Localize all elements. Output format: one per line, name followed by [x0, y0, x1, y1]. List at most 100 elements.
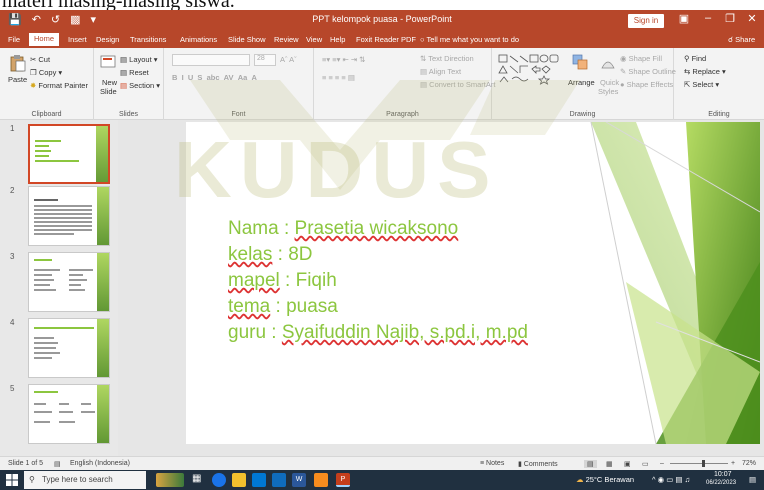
- slide-line-nama[interactable]: Nama : Prasetia wicaksono: [228, 218, 458, 240]
- align-text-icon: ▤: [420, 67, 429, 76]
- arrange-icon[interactable]: [572, 54, 588, 72]
- sign-in-button[interactable]: Sign in: [628, 14, 664, 28]
- zoom-in-button[interactable]: +: [731, 460, 735, 467]
- font-format-buttons[interactable]: B I U S abc AV Aa A: [172, 73, 257, 82]
- zoom-slider[interactable]: [670, 463, 728, 464]
- normal-view-button[interactable]: ▤: [584, 460, 597, 468]
- slide-line-kelas[interactable]: kelas : 8D: [228, 244, 312, 266]
- new-slide-icon[interactable]: [100, 54, 116, 72]
- zoom-out-button[interactable]: –: [660, 460, 664, 467]
- select-button[interactable]: ⇱ Select ▾: [684, 80, 719, 89]
- layout-button[interactable]: ▤ Layout ▾: [120, 55, 158, 64]
- grow-shrink-font-buttons[interactable]: Aˆ Aˇ: [280, 55, 297, 64]
- tab-review[interactable]: Review: [274, 35, 299, 44]
- slide-thumbnail-2[interactable]: [28, 186, 110, 246]
- arrange-button[interactable]: Arrange: [568, 78, 595, 87]
- tab-animations[interactable]: Animations: [180, 35, 217, 44]
- slide-thumbnail-1[interactable]: [28, 124, 110, 184]
- reset-button[interactable]: ▤ Reset: [120, 68, 149, 77]
- ribbon-display-options-icon[interactable]: ▣: [676, 12, 692, 25]
- tab-design[interactable]: Design: [96, 35, 119, 44]
- new-slide-button-line2[interactable]: Slide: [100, 87, 117, 96]
- title-bar: 💾 ↶ ↺ ▩ ▾ PPT kelompok puasa - PowerPoin…: [0, 10, 764, 32]
- slideshow-button[interactable]: ▭: [642, 460, 649, 468]
- paste-button[interactable]: Paste: [8, 75, 27, 84]
- slide-sorter-button[interactable]: ▦: [606, 460, 613, 468]
- quick-styles-icon[interactable]: [600, 54, 616, 72]
- share-button[interactable]: ☌ Share: [728, 35, 755, 44]
- system-tray-icons[interactable]: ^ ◉ ▭ ▤ ♫: [652, 475, 690, 484]
- slide-thumbnail-4[interactable]: [28, 318, 110, 378]
- reading-view-button[interactable]: ▣: [624, 460, 631, 468]
- notes-button[interactable]: ≡ Notes: [480, 460, 504, 467]
- slide-thumbnail-3[interactable]: [28, 252, 110, 312]
- find-button[interactable]: ⚲ Find: [684, 54, 706, 63]
- thumbnail-text-line: [34, 347, 56, 349]
- comments-button[interactable]: ▮ Comments: [518, 460, 558, 468]
- language-indicator[interactable]: English (Indonesia): [70, 460, 130, 467]
- tab-home[interactable]: Home: [29, 33, 60, 46]
- mail-icon[interactable]: [272, 473, 286, 487]
- new-slide-button[interactable]: New: [102, 78, 117, 87]
- thumbnail-text-line: [34, 352, 60, 354]
- replace-button[interactable]: ⇆ Replace ▾: [684, 67, 726, 76]
- shape-effects-button[interactable]: ● Shape Effects: [620, 80, 673, 89]
- powerpoint-icon[interactable]: P: [336, 473, 350, 487]
- alignment-buttons[interactable]: ≡ ≡ ≡ ≡ ▤: [322, 73, 355, 82]
- store-icon[interactable]: [252, 473, 266, 487]
- file-explorer-icon[interactable]: [232, 473, 246, 487]
- weather-widget-icon[interactable]: [156, 473, 184, 487]
- format-painter-button[interactable]: ✸ Format Painter: [30, 81, 88, 90]
- paste-icon[interactable]: [10, 54, 26, 72]
- close-button[interactable]: ✕: [744, 12, 760, 25]
- tab-slide-show[interactable]: Slide Show: [228, 35, 266, 44]
- text-direction-button[interactable]: ⇅ Text Direction: [420, 54, 474, 63]
- copy-button[interactable]: ❐ Copy ▾: [30, 68, 62, 77]
- cut-button[interactable]: ✂ Cut: [30, 55, 50, 64]
- zoom-slider-thumb[interactable]: [702, 460, 705, 467]
- maximize-button[interactable]: ❐: [722, 12, 738, 25]
- weather-status[interactable]: ☁ 25°C Berawan: [576, 475, 634, 484]
- tab-insert[interactable]: Insert: [68, 35, 87, 44]
- clock-time[interactable]: 10:07: [714, 471, 732, 478]
- slide-line-tema[interactable]: tema : puasa: [228, 296, 338, 318]
- slide-thumbnail-5[interactable]: [28, 384, 110, 444]
- smartart-icon: ▤: [420, 80, 430, 89]
- thumbnail-text-line: [34, 217, 92, 219]
- tell-me-search[interactable]: ○ Tell me what you want to do: [420, 35, 519, 44]
- zoom-level[interactable]: 72%: [742, 460, 756, 467]
- tab-file[interactable]: File: [8, 35, 20, 44]
- tab-help[interactable]: Help: [330, 35, 345, 44]
- shapes-gallery[interactable]: [498, 54, 566, 88]
- tab-transitions[interactable]: Transitions: [130, 35, 166, 44]
- clock-date[interactable]: 06/22/2023: [706, 480, 736, 486]
- tab-foxit-reader-pdf[interactable]: Foxit Reader PDF: [356, 35, 416, 44]
- slide-thumbnail-pane[interactable]: 1 2 3 4 5: [0, 120, 118, 456]
- bullets-numbering-buttons[interactable]: ≡▾ ≡▾ ⇤ ⇥ ⇅: [322, 55, 365, 64]
- shape-outline-button[interactable]: ✎ Shape Outline: [620, 67, 676, 76]
- quick-styles-button-line2[interactable]: Styles: [598, 87, 618, 96]
- quick-styles-button[interactable]: Quick: [600, 78, 619, 87]
- spelling-icon[interactable]: ▤: [54, 460, 61, 468]
- tab-view[interactable]: View: [306, 35, 322, 44]
- windows-start-icon[interactable]: [6, 474, 18, 486]
- minimize-button[interactable]: –: [700, 12, 716, 24]
- slide-line-mapel[interactable]: mapel : Fiqih: [228, 270, 337, 292]
- notification-icon[interactable]: ▤: [749, 475, 756, 484]
- thumbnail-text-line: [34, 274, 52, 276]
- slide-line-guru[interactable]: guru : Syaifuddin Najib, s.pd.i, m.pd: [228, 322, 528, 344]
- align-text-label: Align Text: [428, 67, 462, 76]
- task-view-icon[interactable]: ▦: [192, 473, 206, 487]
- word-icon[interactable]: W: [292, 473, 306, 487]
- align-text-button[interactable]: ▤ Align Text: [420, 67, 461, 76]
- font-name-select[interactable]: [172, 54, 250, 66]
- app-icon[interactable]: [314, 473, 328, 487]
- font-size-select[interactable]: 28: [254, 54, 276, 66]
- shape-fill-button[interactable]: ◉ Shape Fill: [620, 54, 662, 63]
- taskbar-search-box[interactable]: ⚲ Type here to search: [24, 471, 146, 489]
- section-button[interactable]: ▤ Section ▾: [120, 81, 160, 90]
- font-group: 28 Aˆ Aˇ B I U S abc AV Aa A Font: [164, 48, 314, 120]
- thumbnail-text-line: [34, 337, 54, 339]
- convert-smartart-button[interactable]: ▤ Convert to SmartArt: [420, 80, 495, 89]
- chrome-icon[interactable]: [212, 473, 226, 487]
